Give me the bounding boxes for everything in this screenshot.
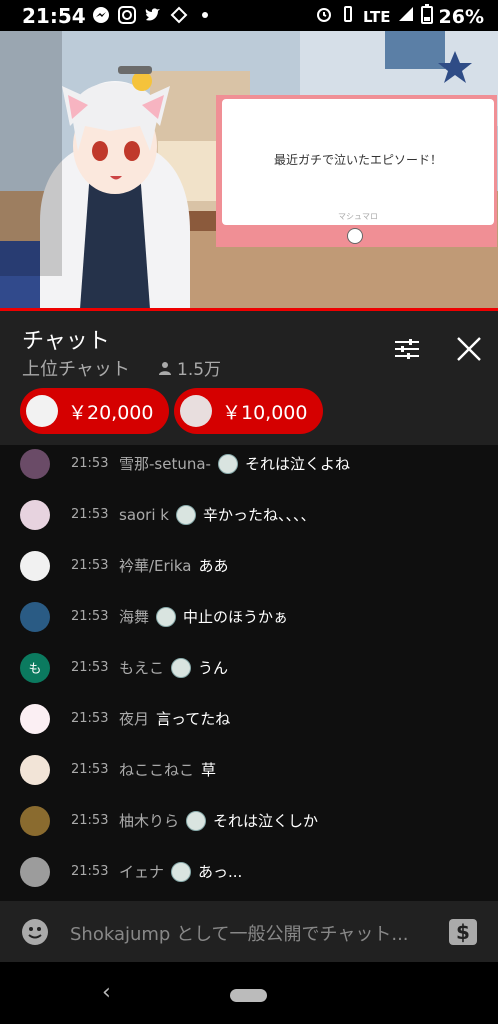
home-pill[interactable] [230, 989, 267, 1002]
android-nav-bar: ‹ [0, 962, 498, 1024]
message-author[interactable]: ねここねこ [119, 759, 194, 780]
viewer-count: 1.5万 [158, 355, 221, 380]
message-author[interactable]: 雪那-setuna- [119, 453, 211, 474]
network-label: LTE [362, 7, 391, 26]
member-badge-icon [171, 657, 192, 678]
message-author[interactable]: 柚木りら [119, 810, 179, 831]
superchat-ticker-2[interactable]: ￥10,000 [174, 388, 324, 434]
chat-mode-selector[interactable]: 上位チャット [22, 355, 130, 381]
notification-icons [92, 6, 214, 24]
member-badge-icon [217, 453, 238, 474]
message-text: ああ [198, 557, 229, 575]
super-chat-dollar-icon[interactable]: $ [449, 919, 477, 945]
filter-settings-icon[interactable] [393, 335, 421, 363]
message-time: 21:53 [71, 660, 109, 675]
status-time: 21:54 [22, 4, 86, 28]
avatar[interactable] [20, 703, 50, 734]
avatar[interactable] [20, 856, 50, 887]
message-author[interactable]: 衿華/Erika [119, 555, 191, 576]
marshmallow-label: マシュマロ [338, 212, 378, 221]
avatar[interactable] [20, 805, 50, 836]
member-badge-icon [175, 504, 196, 525]
vibrate-icon [339, 5, 357, 28]
person-icon [159, 361, 171, 375]
chat-input[interactable]: Shokajump として一般公開でチャット... [70, 920, 409, 946]
message-time: 21:53 [71, 558, 109, 573]
chat-message: 21:53 柚木りら それは泣くしか [0, 795, 498, 846]
chat-message: 21:53 ねここねこ草 [0, 744, 498, 795]
signal-icon [397, 5, 415, 28]
message-time: 21:53 [71, 507, 109, 522]
avatar[interactable] [20, 499, 50, 530]
message-text: あっ... [198, 863, 243, 881]
member-badge-icon [156, 606, 177, 627]
messenger-icon [92, 6, 110, 24]
status-bar: 21:54 LTE 26% [0, 0, 498, 31]
back-icon[interactable]: ‹ [102, 980, 111, 1005]
message-time: 21:53 [71, 711, 109, 726]
message-text: それは泣くよね [244, 455, 350, 473]
avatar[interactable]: も [20, 652, 50, 683]
message-text: うん [198, 659, 229, 677]
message-text: 辛かったね、、、、 [202, 506, 316, 524]
viewer-count-value: 1.5万 [177, 360, 222, 380]
message-author[interactable]: 海舞 [119, 606, 149, 627]
message-author[interactable]: イェナ [119, 861, 164, 882]
chat-message: 21:53 saori k 辛かったね、、、、 [0, 489, 498, 540]
avatar [180, 395, 212, 427]
message-author[interactable]: 夜月 [119, 708, 149, 729]
chat-title: チャット [22, 329, 110, 354]
chat-message: 21:53 海舞 中止のほうかぁ [0, 591, 498, 642]
marshmallow-question: 最近ガチで泣いたエピソード！ [273, 153, 442, 167]
battery-icon [420, 4, 433, 29]
message-author[interactable]: もえこ [119, 657, 164, 678]
message-time: 21:53 [71, 762, 109, 777]
message-time: 21:53 [71, 609, 109, 624]
message-time: 21:53 [71, 813, 109, 828]
chat-input-bar: Shokajump として一般公開でチャット... $ [0, 901, 498, 962]
avatar[interactable] [20, 550, 50, 581]
member-badge-icon [186, 810, 207, 831]
message-author[interactable]: saori k [119, 506, 169, 524]
avatar[interactable] [20, 448, 50, 479]
app-icon [170, 6, 188, 24]
battery-percent: 26% [438, 5, 484, 28]
chat-message: 21:53 夜月 言ってたね [0, 693, 498, 744]
avatar[interactable] [20, 601, 50, 632]
alarm-icon [315, 5, 333, 28]
message-text: 草 [201, 761, 217, 779]
message-text: それは泣くしか [213, 812, 319, 830]
chat-message-list[interactable]: 21:53 雪那-setuna- それは泣くよね 21:53 saori k 辛かっ… [0, 445, 498, 900]
member-badge-icon [171, 861, 192, 882]
chat-message: 21:53 衿華/Erika ああ [0, 540, 498, 591]
message-time: 21:53 [71, 456, 109, 471]
dot-icon [196, 6, 214, 24]
chat-message: 21:53 雪那-setuna- それは泣くよね [0, 445, 498, 489]
superchat-amount: ￥10,000 [222, 401, 308, 424]
avatar [26, 395, 58, 427]
superchat-ticker-1[interactable]: ￥20,000 [20, 388, 170, 434]
message-text: 中止のほうかぁ [183, 608, 289, 626]
video-player[interactable]: 最近ガチで泣いたエピソード！ マシュマロ [0, 31, 498, 309]
twitter-icon [144, 6, 162, 24]
marshmallow-mascot-icon [347, 228, 363, 244]
chat-message: も 21:53 もえこ うん [0, 642, 498, 693]
emoji-icon[interactable] [22, 919, 48, 945]
close-icon[interactable] [455, 335, 483, 363]
message-text: 言ってたね [156, 710, 231, 728]
message-time: 21:53 [71, 864, 109, 879]
avatar[interactable] [20, 754, 50, 785]
instagram-icon [118, 6, 136, 24]
marshmallow-card: 最近ガチで泣いたエピソード！ マシュマロ [222, 99, 494, 225]
chat-message: 21:53 イェナ あっ... [0, 846, 498, 897]
status-right: LTE 26% [315, 4, 484, 29]
superchat-amount: ￥20,000 [68, 401, 154, 424]
